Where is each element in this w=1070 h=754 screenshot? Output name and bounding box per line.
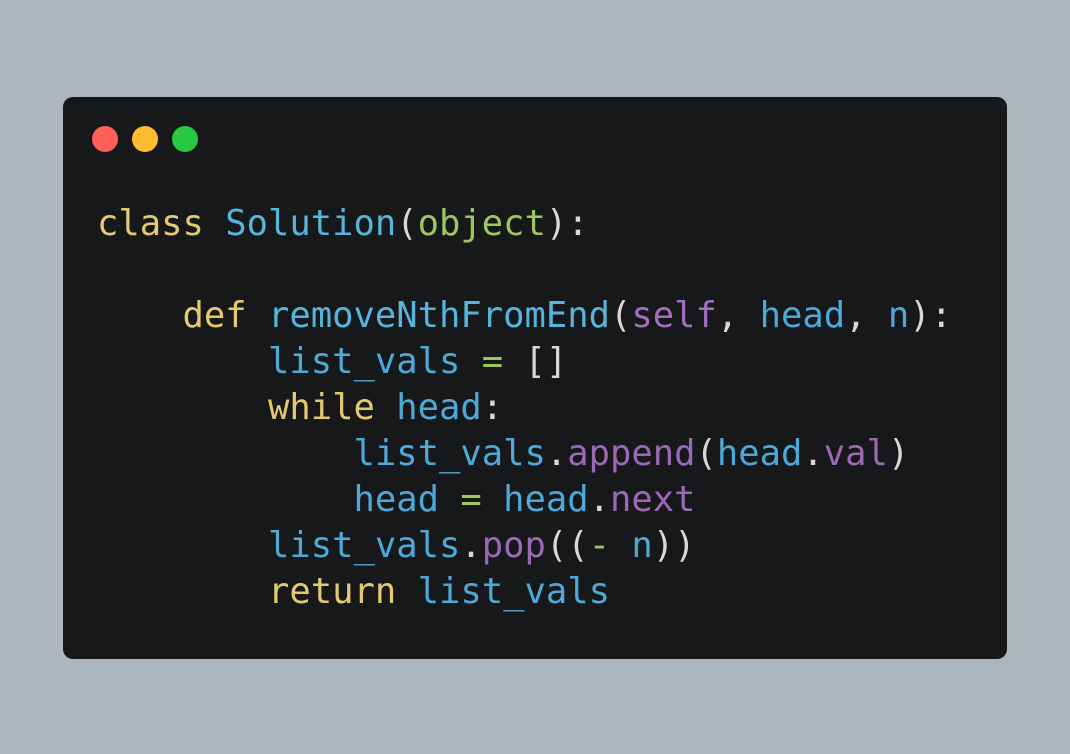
code-token: pop (481, 525, 546, 566)
code-token: = (460, 479, 482, 520)
code-token: : (481, 387, 504, 428)
code-token: removeNthFromEnd (268, 295, 610, 336)
code-token: ): (545, 203, 589, 244)
code-line: while head: (97, 385, 952, 431)
code-line: list_vals = [] (97, 339, 952, 385)
code-token: . (588, 479, 610, 520)
code-line: list_vals.append(head.val) (97, 431, 952, 477)
code-token: ) (887, 433, 910, 474)
code-window: class Solution(object): def removeNthFro… (63, 97, 1007, 659)
code-token: list_vals (417, 571, 610, 612)
code-line: head = head.next (97, 477, 952, 523)
code-line: def removeNthFromEnd(self, head, n): (97, 293, 952, 339)
code-token: head (396, 387, 482, 428)
code-token: while (267, 387, 375, 428)
code-token: return (267, 571, 397, 612)
code-token: ( (695, 433, 717, 474)
code-token: list_vals (267, 341, 461, 382)
code-token: list_vals (267, 525, 461, 566)
code-line: return list_vals (97, 569, 952, 615)
code-token: - (588, 525, 610, 566)
window-controls (92, 126, 198, 152)
code-token: n (631, 525, 653, 566)
code-token: ( (396, 203, 418, 244)
code-token: , (716, 295, 760, 336)
code-token: (( (545, 525, 589, 566)
code-line: class Solution(object): (97, 201, 952, 247)
code-token: . (460, 525, 482, 566)
code-token: )) (652, 525, 696, 566)
code-token: = (481, 341, 504, 382)
code-token: self (631, 295, 717, 336)
maximize-dot[interactable] (172, 126, 198, 152)
code-token: list_vals (353, 433, 546, 474)
code-token: ): (909, 295, 952, 336)
code-token: object (417, 203, 546, 244)
code-token: . (545, 433, 568, 474)
close-dot[interactable] (92, 126, 118, 152)
code-token: append (567, 433, 696, 474)
code-token: [] (524, 341, 568, 382)
code-token: val (823, 433, 888, 474)
code-token: def (182, 295, 247, 336)
code-block: class Solution(object): def removeNthFro… (97, 201, 952, 615)
code-line: list_vals.pop((- n)) (97, 523, 952, 569)
code-token: head (759, 295, 846, 336)
code-token: ( (609, 295, 632, 336)
code-token: head (503, 479, 589, 520)
code-token: class (97, 203, 204, 244)
minimize-dot[interactable] (132, 126, 158, 152)
code-token: Solution (225, 203, 397, 244)
code-token: head (716, 433, 803, 474)
code-token: head (353, 479, 439, 520)
code-token: next (609, 479, 696, 520)
code-token: n (887, 295, 910, 336)
code-token: . (802, 433, 824, 474)
code-token: , (845, 295, 888, 336)
